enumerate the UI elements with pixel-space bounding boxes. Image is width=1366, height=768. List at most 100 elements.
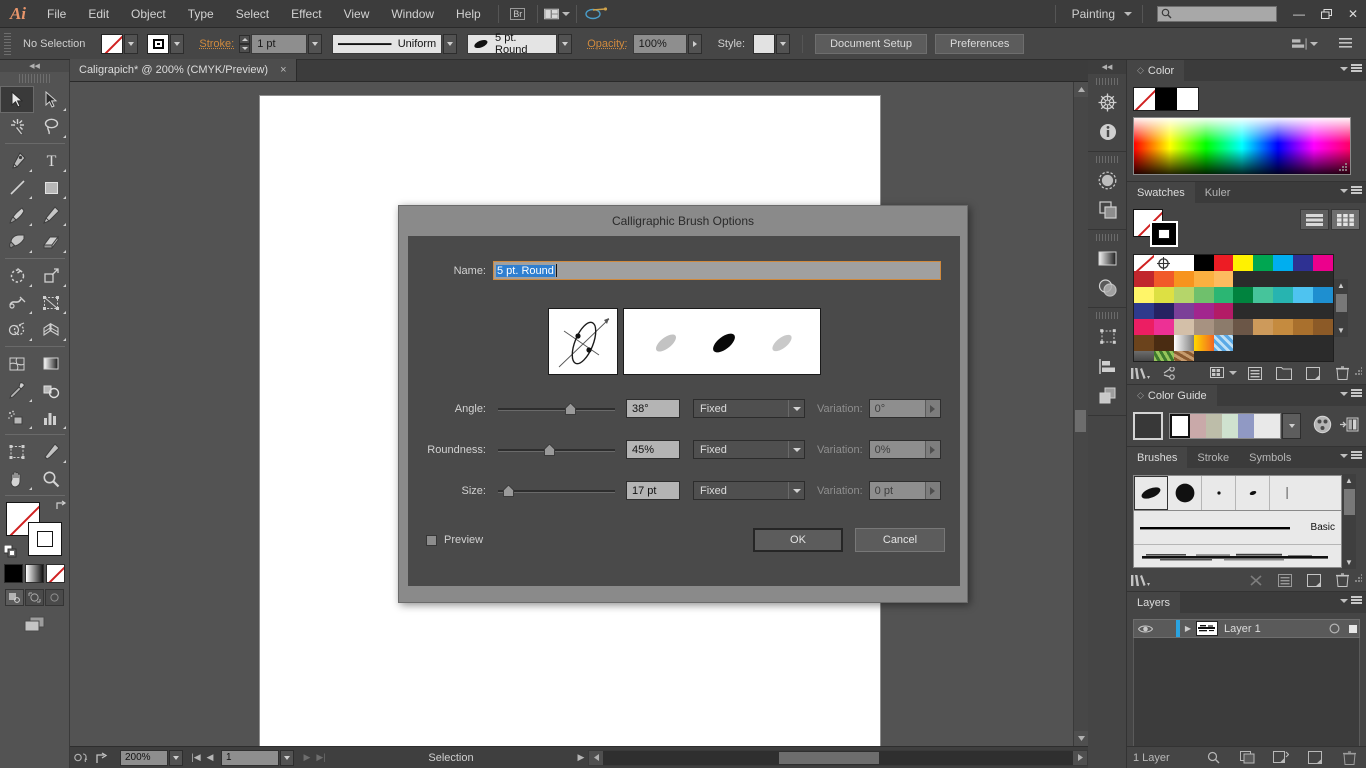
pathfinder-icon[interactable]	[1088, 381, 1127, 411]
stroke-label[interactable]: Stroke:	[194, 38, 239, 50]
align-icon[interactable]	[1292, 34, 1318, 54]
line-segment-tool[interactable]	[0, 174, 34, 201]
swatch-taupe[interactable]	[1193, 319, 1214, 335]
fill-dropdown-arrow[interactable]	[124, 33, 139, 54]
swatch-cyan[interactable]	[1273, 255, 1294, 271]
scroll-up-button[interactable]	[1074, 82, 1088, 97]
swatch-none[interactable]	[1134, 255, 1154, 271]
symbol-sprayer-tool[interactable]	[0, 404, 34, 431]
swatch-espresso[interactable]	[1153, 335, 1174, 351]
angle-value-input[interactable]: 38°	[626, 399, 680, 418]
direct-selection-tool[interactable]	[34, 86, 68, 113]
delete-brush-icon[interactable]	[1328, 569, 1357, 591]
stroke-weight-dropdown[interactable]	[308, 33, 323, 54]
brushes-scroll-up[interactable]: ▲	[1342, 474, 1356, 487]
tab-stroke[interactable]: Stroke	[1187, 447, 1240, 468]
swatches-stroke-indicator[interactable]	[1150, 221, 1178, 247]
none-mode-button[interactable]	[46, 564, 65, 583]
color-group-icon[interactable]	[1156, 362, 1185, 384]
artboard-number-input[interactable]: 1	[221, 749, 279, 766]
opacity-dropdown[interactable]	[687, 33, 702, 54]
swatch-teal[interactable]	[1273, 287, 1294, 303]
new-color-group-icon[interactable]	[1270, 362, 1299, 384]
swatch-red[interactable]	[1213, 255, 1234, 271]
size-value-input[interactable]: 17 pt	[626, 481, 680, 500]
swatch-light-orange[interactable]	[1193, 271, 1214, 287]
tab-brushes[interactable]: Brushes	[1127, 447, 1188, 468]
artboard-dropdown[interactable]	[280, 749, 294, 766]
roundness-variation-arrow[interactable]	[924, 441, 940, 458]
swatch-dark-brown[interactable]	[1134, 335, 1154, 351]
swap-fill-stroke-icon[interactable]	[55, 500, 67, 515]
free-transform-tool[interactable]	[34, 289, 68, 316]
close-icon[interactable]: ×	[280, 64, 286, 76]
harmony-color-3[interactable]	[1206, 414, 1223, 438]
swatch-stone[interactable]	[1213, 319, 1234, 335]
color-mode-button[interactable]	[4, 564, 23, 583]
swatch-coffee[interactable]	[1233, 319, 1254, 335]
menu-help[interactable]: Help	[445, 0, 492, 28]
share-on-behance-icon[interactable]	[92, 747, 114, 768]
swatches-grid[interactable]	[1133, 254, 1334, 362]
stroke-weight-value[interactable]: 1 pt	[251, 33, 308, 54]
brush-definition-dropdown[interactable]	[558, 33, 573, 54]
preferences-button[interactable]: Preferences	[935, 33, 1025, 54]
calligraphic-brush-options-dialog[interactable]: Calligraphic Brush Options Name: 5 pt. R…	[398, 205, 968, 603]
layer-row[interactable]: ▶ Layer 1	[1133, 619, 1360, 638]
white-swatch[interactable]	[1176, 88, 1198, 110]
tab-color-guide[interactable]: ◇ Color Guide	[1127, 385, 1217, 406]
stroke-weight-stepper[interactable]	[239, 34, 251, 53]
tab-kuler[interactable]: Kuler	[1194, 182, 1241, 203]
expand-panels-button[interactable]: ◀◀	[1088, 60, 1126, 74]
dock-group-2-handle[interactable]	[1096, 156, 1118, 163]
layer-selection-indicator[interactable]	[1347, 624, 1359, 633]
swatch-green[interactable]	[1253, 255, 1274, 271]
transparency-circles-icon[interactable]	[1088, 273, 1127, 303]
draw-normal-button[interactable]	[5, 589, 24, 606]
roundness-slider[interactable]	[498, 442, 615, 457]
brush-item-20pt-round[interactable]	[1168, 476, 1202, 510]
brush-item-thin-line[interactable]	[1270, 476, 1304, 510]
roundness-slider-knob[interactable]	[543, 442, 555, 456]
canvas-vertical-scrollbar[interactable]	[1073, 82, 1088, 746]
slice-tool[interactable]	[34, 438, 68, 465]
swatch-light-green[interactable]	[1193, 287, 1214, 303]
harmony-rule-strip[interactable]	[1169, 413, 1281, 439]
draw-behind-button[interactable]	[25, 589, 44, 606]
swatch-registration[interactable]	[1153, 255, 1174, 271]
show-swatch-kinds-icon[interactable]	[1207, 362, 1241, 384]
brush-variation-preview[interactable]	[622, 308, 821, 375]
opacity-value[interactable]: 100%	[632, 33, 687, 54]
swatch-caramel[interactable]	[1293, 319, 1314, 335]
fill-swatch-icon[interactable]	[101, 33, 124, 54]
column-graph-tool[interactable]	[34, 404, 68, 431]
document-setup-button[interactable]: Document Setup	[815, 33, 928, 54]
swatch-libraries-icon[interactable]	[1127, 362, 1156, 384]
menu-object[interactable]: Object	[120, 0, 177, 28]
swatch-yellow[interactable]	[1233, 255, 1254, 271]
size-variation-arrow[interactable]	[924, 482, 940, 499]
pen-tool[interactable]	[0, 147, 34, 174]
chevron-down-icon-roundness[interactable]	[788, 441, 804, 458]
menu-file[interactable]: File	[36, 0, 77, 28]
layers-menu[interactable]	[1340, 596, 1362, 605]
harmony-color-2[interactable]	[1190, 414, 1207, 438]
tab-symbols[interactable]: Symbols	[1239, 447, 1302, 468]
gradient-tool[interactable]	[34, 350, 68, 377]
swatches-scroll-down[interactable]: ▼	[1334, 324, 1348, 337]
eraser-tool[interactable]	[34, 228, 68, 255]
paintbrush-tool[interactable]	[0, 201, 34, 228]
type-tool[interactable]: T	[34, 147, 68, 174]
swatch-lime-yellow[interactable]	[1153, 287, 1174, 303]
harmony-rules-dropdown[interactable]	[1282, 413, 1301, 439]
black-swatch[interactable]	[1155, 88, 1177, 110]
brushes-menu[interactable]	[1340, 451, 1362, 460]
toolbox-collapse-button[interactable]	[0, 60, 69, 72]
angle-variation-arrow[interactable]	[924, 400, 940, 417]
hscroll-thumb[interactable]	[779, 751, 879, 764]
create-sublayer-icon[interactable]	[1264, 747, 1298, 768]
cancel-button[interactable]: Cancel	[855, 528, 945, 552]
layer-target-icon[interactable]	[1321, 623, 1347, 634]
dock-group-1-handle[interactable]	[1096, 78, 1118, 85]
edit-in-place-icon[interactable]	[70, 747, 92, 768]
